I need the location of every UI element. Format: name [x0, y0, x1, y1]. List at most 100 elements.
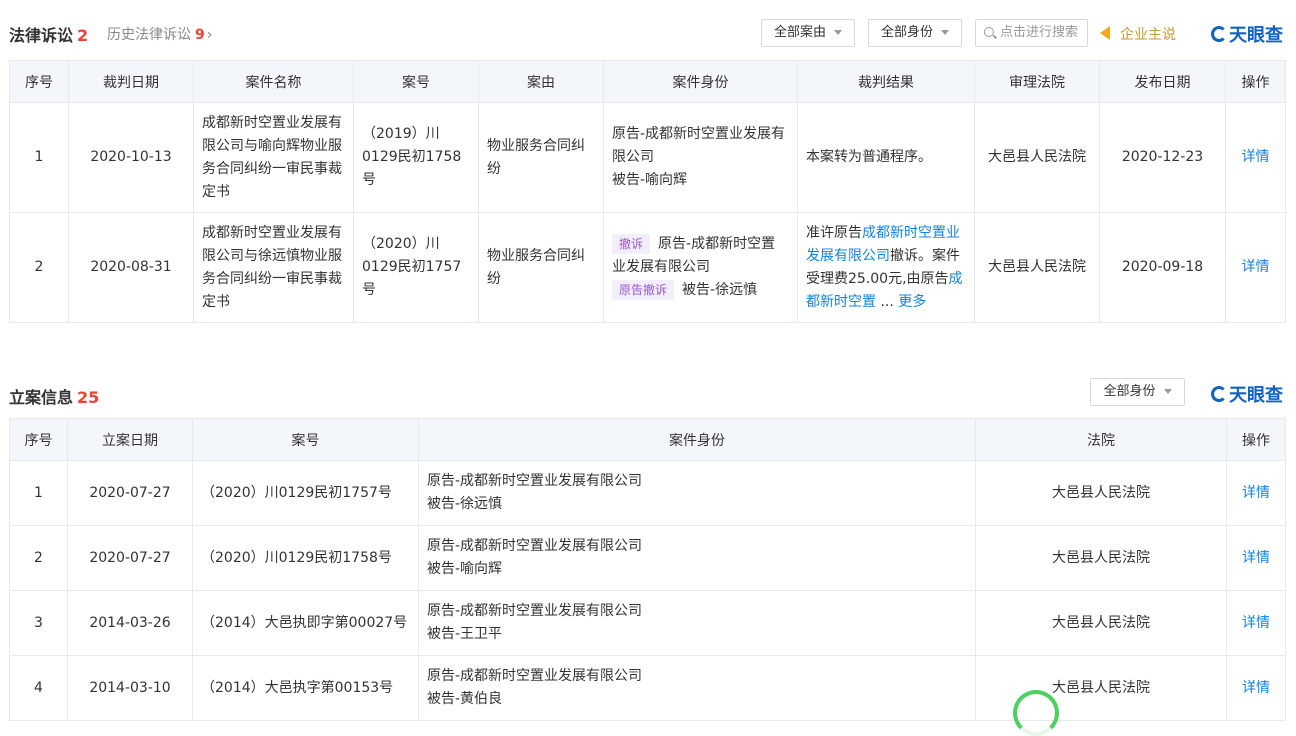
row-date: 2020-08-31 [68, 212, 194, 323]
row-court: 大邑县人民法院 [975, 525, 1227, 591]
col-header-no: 序号 [9, 418, 68, 461]
row-no: 1 [9, 460, 68, 526]
role-plaintiff: 原告-成都新时空置业发展有限公司 [427, 473, 643, 489]
lawsuits-title: 法律诉讼 2 [9, 22, 88, 46]
row-case-number: （2014）大邑执字第00153号 [192, 655, 419, 721]
row-no: 2 [9, 212, 69, 323]
row-action: 详情 [1225, 102, 1286, 213]
role-defendant: 被告-黄伯良 [427, 691, 503, 707]
detail-link[interactable]: 详情 [1242, 680, 1270, 696]
col-header-court: 审理法院 [974, 60, 1100, 103]
row-no: 2 [9, 525, 68, 591]
row-case-number: （2020）川0129民初1758号 [192, 525, 419, 591]
history-lawsuits-count: 9 [195, 27, 205, 43]
lawsuits-table: 序号 裁判日期 案件名称 案号 案由 案件身份 裁判结果 审理法院 发布日期 操… [9, 60, 1286, 323]
caret-down-icon [834, 30, 842, 35]
search-input[interactable]: 点击进行搜索 [975, 19, 1088, 47]
result-ellipsis: ... [880, 293, 894, 310]
col-header-case-number: 案号 [353, 60, 479, 103]
detail-link[interactable]: 详情 [1242, 485, 1270, 501]
row-action: 详情 [1226, 460, 1286, 526]
row-date: 2020-07-27 [67, 525, 193, 591]
table-row: 2 2020-08-31 成都新时空置业发展有限公司与徐远慎物业服务合同纠纷一审… [9, 212, 1286, 323]
row-case-name: 成都新时空置业发展有限公司与喻向辉物业服务合同纠纷一审民事裁定书 [193, 102, 354, 213]
col-header-role: 案件身份 [603, 60, 798, 103]
filter-role-dropdown[interactable]: 全部身份 [868, 19, 962, 47]
loading-spinner-icon [1013, 690, 1059, 736]
history-lawsuits-link[interactable]: 历史法律诉讼 9 › [107, 24, 212, 44]
role-plaintiff: 原告-成都新时空置业发展有限公司 [612, 126, 786, 165]
table-row: 1 2020-10-13 成都新时空置业发展有限公司与喻向辉物业服务合同纠纷一审… [9, 102, 1286, 213]
lawsuits-header: 法律诉讼 2 历史法律诉讼 9 › 全部案由 全部身份 点击进行搜索 企业主说 天眼查 [9, 14, 1285, 50]
col-header-action: 操作 [1226, 418, 1286, 461]
col-header-role: 案件身份 [418, 418, 976, 461]
lawsuits-section: 法律诉讼 2 历史法律诉讼 9 › 全部案由 全部身份 点击进行搜索 企业主说 天眼查 [9, 14, 1286, 323]
row-role: 原告-成都新时空置业发展有限公司 被告-徐远慎 [418, 460, 976, 526]
filings-table: 序号 立案日期 案号 案件身份 法院 操作 1 2020-07-27 （2020… [9, 418, 1286, 721]
brand-name: 天眼查 [1229, 385, 1283, 406]
role-defendant: 被告-徐远慎 [427, 496, 503, 512]
company-speak-label: 企业主说 [1120, 27, 1176, 43]
filings-title-text: 立案信息 [9, 388, 74, 407]
col-header-no: 序号 [9, 60, 69, 103]
row-action: 详情 [1225, 212, 1286, 323]
row-court: 大邑县人民法院 [975, 590, 1227, 656]
brand-logo: 天眼查 [1211, 21, 1283, 47]
filings-header: 立案信息 25 全部身份 天眼查 [9, 376, 1285, 412]
role-defendant: 被告-喻向辉 [612, 172, 688, 188]
search-icon [984, 26, 994, 37]
filings-role-dropdown[interactable]: 全部身份 [1090, 378, 1185, 406]
row-case-number: （2019）川0129民初1758号 [353, 102, 479, 213]
row-role: 原告-成都新时空置业发展有限公司 被告-黄伯良 [418, 655, 976, 721]
detail-link[interactable]: 详情 [1242, 149, 1270, 165]
company-speak-link[interactable]: 企业主说 [1100, 24, 1176, 44]
row-role: 原告-成都新时空置业发展有限公司 被告-喻向辉 [603, 102, 798, 213]
row-date: 2020-10-13 [68, 102, 194, 213]
brand-name: 天眼查 [1229, 25, 1283, 46]
row-case-name: 成都新时空置业发展有限公司与徐远慎物业服务合同纠纷一审民事裁定书 [193, 212, 354, 323]
row-case-number: （2020）川0129民初1757号 [353, 212, 479, 323]
row-no: 1 [9, 102, 69, 213]
row-court: 大邑县人民法院 [974, 102, 1100, 213]
filter-cause-dropdown[interactable]: 全部案由 [761, 19, 855, 47]
brand-logo-icon [1211, 386, 1227, 402]
detail-link[interactable]: 详情 [1242, 615, 1270, 631]
row-publish-date: 2020-09-18 [1099, 212, 1226, 323]
row-cause: 物业服务合同纠纷 [478, 102, 604, 213]
row-date: 2020-07-27 [67, 460, 193, 526]
role-plaintiff: 原告-成都新时空置业发展有限公司 [427, 538, 643, 554]
table-row: 4 2014-03-10 （2014）大邑执字第00153号 原告-成都新时空置… [9, 655, 1286, 721]
row-no: 3 [9, 590, 68, 656]
filings-table-header: 序号 立案日期 案号 案件身份 法院 操作 [9, 418, 1286, 461]
chevron-right-icon: › [206, 27, 213, 43]
row-role: 原告-成都新时空置业发展有限公司 被告-王卫平 [418, 590, 976, 656]
brand-logo: 天眼查 [1211, 381, 1283, 407]
row-no: 4 [9, 655, 68, 721]
col-header-judgment-date: 裁判日期 [68, 60, 194, 103]
row-action: 详情 [1226, 590, 1286, 656]
role-plaintiff: 撤诉 原告-成都新时空置业发展有限公司 [612, 233, 789, 279]
row-publish-date: 2020-12-23 [1099, 102, 1226, 213]
role-defendant-text: 被告-徐远慎 [682, 282, 758, 298]
table-row: 2 2020-07-27 （2020）川0129民初1758号 原告-成都新时空… [9, 525, 1286, 591]
detail-link[interactable]: 详情 [1242, 550, 1270, 566]
row-case-number: （2014）大邑执即字第00027号 [192, 590, 419, 656]
role-plaintiff: 原告-成都新时空置业发展有限公司 [427, 668, 643, 684]
filings-count: 25 [77, 388, 100, 407]
col-header-publish-date: 发布日期 [1099, 60, 1226, 103]
detail-link[interactable]: 详情 [1242, 259, 1270, 275]
more-link[interactable]: 更多 [898, 294, 926, 310]
col-header-cause: 案由 [478, 60, 604, 103]
role-defendant: 被告-喻向辉 [427, 561, 503, 577]
row-action: 详情 [1226, 655, 1286, 721]
filings-section: 立案信息 25 全部身份 天眼查 序号 立案日期 案号 案件身份 法院 操作 1… [9, 376, 1286, 721]
col-header-court: 法院 [975, 418, 1227, 461]
table-row: 3 2014-03-26 （2014）大邑执即字第00027号 原告-成都新时空… [9, 590, 1286, 656]
row-date: 2014-03-10 [67, 655, 193, 721]
table-row: 1 2020-07-27 （2020）川0129民初1757号 原告-成都新时空… [9, 460, 1286, 526]
speaker-icon [1100, 26, 1110, 40]
row-court: 大邑县人民法院 [974, 212, 1100, 323]
role-plaintiff: 原告-成都新时空置业发展有限公司 [427, 603, 643, 619]
result-text: 准许原告 [806, 224, 862, 241]
row-case-number: （2020）川0129民初1757号 [192, 460, 419, 526]
